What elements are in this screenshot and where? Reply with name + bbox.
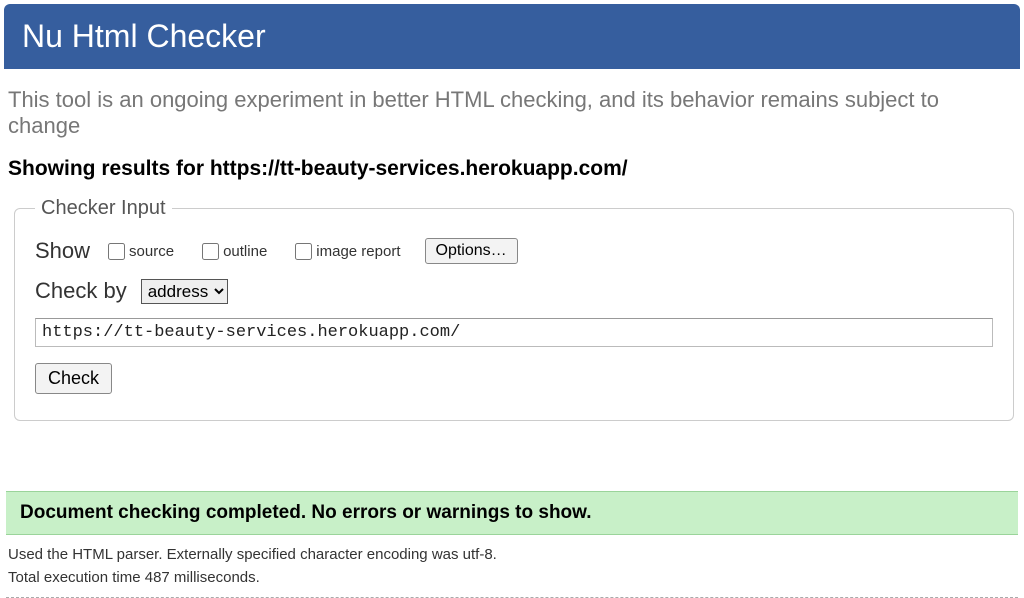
url-input[interactable] xyxy=(35,318,993,347)
parser-info: Used the HTML parser. Externally specifi… xyxy=(0,543,1024,566)
execution-time: Total execution time 487 milliseconds. xyxy=(0,566,1024,589)
status-success: Document checking completed. No errors o… xyxy=(6,491,1018,535)
checker-input-fieldset: Checker Input Show source outline image … xyxy=(14,197,1014,421)
image-report-checkbox-label[interactable]: image report xyxy=(291,240,400,263)
intro-text: This tool is an ongoing experiment in be… xyxy=(0,69,1024,147)
show-row: Show source outline image report Options… xyxy=(35,238,993,264)
image-report-checkbox-text: image report xyxy=(316,243,400,260)
outline-checkbox[interactable] xyxy=(202,243,219,260)
check-by-label: Check by xyxy=(35,278,127,304)
show-label: Show xyxy=(35,238,90,264)
page-header: Nu Html Checker xyxy=(4,4,1020,69)
checker-legend: Checker Input xyxy=(35,197,172,220)
app-title: Nu Html Checker xyxy=(22,18,266,54)
check-by-row: Check by address xyxy=(35,278,993,304)
source-checkbox[interactable] xyxy=(108,243,125,260)
outline-checkbox-text: outline xyxy=(223,243,267,260)
check-button[interactable]: Check xyxy=(35,363,112,394)
source-checkbox-text: source xyxy=(129,243,174,260)
results-heading: Showing results for https://tt-beauty-se… xyxy=(0,147,1024,197)
check-by-select[interactable]: address xyxy=(141,279,228,304)
outline-checkbox-label[interactable]: outline xyxy=(198,240,267,263)
image-report-checkbox[interactable] xyxy=(295,243,312,260)
options-button[interactable]: Options… xyxy=(425,238,518,264)
source-checkbox-label[interactable]: source xyxy=(104,240,174,263)
